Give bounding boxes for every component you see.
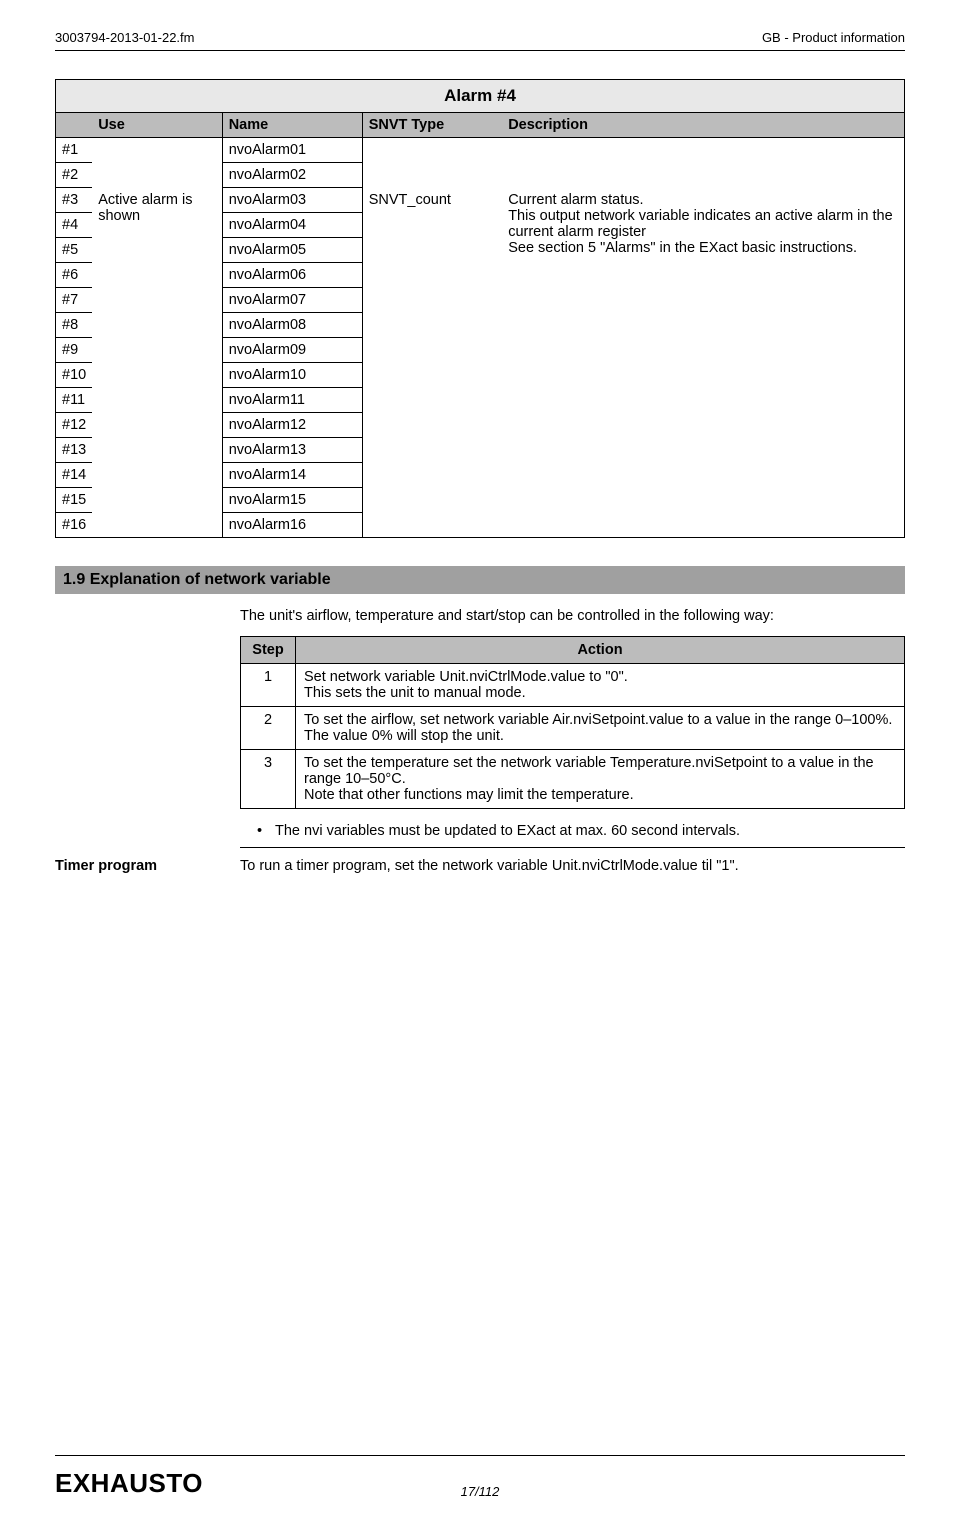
- page-footer: 17/112 EXHAUSTO: [55, 1455, 905, 1499]
- step-action: To set the airflow, set network variable…: [296, 707, 905, 750]
- row-num: #15: [56, 488, 93, 513]
- row-name: nvoAlarm13: [222, 438, 362, 463]
- row-num: #6: [56, 263, 93, 288]
- desc-cell-empty: [502, 138, 904, 188]
- separator-rule: [240, 847, 905, 848]
- row-num: #10: [56, 363, 93, 388]
- header-rule: [55, 50, 905, 51]
- step-num: 1: [241, 664, 296, 707]
- section-heading: 1.9 Explanation of network variable: [55, 566, 905, 594]
- header-right: GB - Product information: [762, 30, 905, 45]
- action-header: Action: [296, 637, 905, 664]
- table-row: #1 nvoAlarm01: [56, 138, 905, 163]
- page: 3003794-2013-01-22.fm GB - Product infor…: [0, 0, 960, 1531]
- step-header-row: Step Action: [241, 637, 905, 664]
- alarm-table: Alarm #4 Use Name SNVT Type Description …: [55, 79, 905, 538]
- row-num: #8: [56, 313, 93, 338]
- row-num: #12: [56, 413, 93, 438]
- row-num: #11: [56, 388, 93, 413]
- row-name: nvoAlarm16: [222, 513, 362, 538]
- page-header: 3003794-2013-01-22.fm GB - Product infor…: [55, 30, 905, 45]
- step-row: 2 To set the airflow, set network variab…: [241, 707, 905, 750]
- row-name: nvoAlarm14: [222, 463, 362, 488]
- row-name: nvoAlarm07: [222, 288, 362, 313]
- row-name: nvoAlarm09: [222, 338, 362, 363]
- step-header: Step: [241, 637, 296, 664]
- col-use: Use: [92, 113, 222, 138]
- col-snvt: SNVT Type: [362, 113, 502, 138]
- alarm-table-header-row: Use Name SNVT Type Description: [56, 113, 905, 138]
- col-blank: [56, 113, 93, 138]
- row-name: nvoAlarm01: [222, 138, 362, 163]
- col-desc: Description: [502, 113, 904, 138]
- row-name: nvoAlarm12: [222, 413, 362, 438]
- use-cell-empty: [92, 138, 222, 188]
- row-num: #1: [56, 138, 93, 163]
- timer-text: To run a timer program, set the network …: [240, 858, 739, 874]
- row-name: nvoAlarm03: [222, 188, 362, 213]
- intro-paragraph: The unit's airflow, temperature and star…: [240, 608, 905, 624]
- timer-label: Timer program: [55, 858, 220, 874]
- row-name: nvoAlarm05: [222, 238, 362, 263]
- row-num: #7: [56, 288, 93, 313]
- use-cell: Active alarm is shown: [92, 188, 222, 538]
- bullet-note: The nvi variables must be updated to EXa…: [275, 823, 905, 839]
- row-num: #3: [56, 188, 93, 213]
- header-left: 3003794-2013-01-22.fm: [55, 30, 195, 45]
- step-row: 3 To set the temperature set the network…: [241, 750, 905, 809]
- row-name: nvoAlarm15: [222, 488, 362, 513]
- row-num: #4: [56, 213, 93, 238]
- footer-rule: [55, 1455, 905, 1456]
- step-num: 3: [241, 750, 296, 809]
- row-num: #14: [56, 463, 93, 488]
- row-num: #13: [56, 438, 93, 463]
- desc-cell: Current alarm status. This output networ…: [502, 188, 904, 538]
- brand-logo: EXHAUSTO: [55, 1468, 203, 1499]
- step-num: 2: [241, 707, 296, 750]
- row-name: nvoAlarm02: [222, 163, 362, 188]
- alarm-table-title: Alarm #4: [56, 80, 905, 113]
- timer-row: Timer program To run a timer program, se…: [55, 858, 905, 874]
- row-name: nvoAlarm08: [222, 313, 362, 338]
- row-name: nvoAlarm06: [222, 263, 362, 288]
- step-action: To set the temperature set the network v…: [296, 750, 905, 809]
- row-name: nvoAlarm10: [222, 363, 362, 388]
- step-row: 1 Set network variable Unit.nviCtrlMode.…: [241, 664, 905, 707]
- step-action: Set network variable Unit.nviCtrlMode.va…: [296, 664, 905, 707]
- row-name: nvoAlarm11: [222, 388, 362, 413]
- alarm-table-title-row: Alarm #4: [56, 80, 905, 113]
- row-num: #2: [56, 163, 93, 188]
- table-row: #3 Active alarm is shown nvoAlarm03 SNVT…: [56, 188, 905, 213]
- snvt-cell: SNVT_count: [362, 188, 502, 538]
- col-name: Name: [222, 113, 362, 138]
- row-name: nvoAlarm04: [222, 213, 362, 238]
- row-num: #9: [56, 338, 93, 363]
- row-num: #5: [56, 238, 93, 263]
- snvt-cell-empty: [362, 138, 502, 188]
- row-num: #16: [56, 513, 93, 538]
- step-table: Step Action 1 Set network variable Unit.…: [240, 636, 905, 809]
